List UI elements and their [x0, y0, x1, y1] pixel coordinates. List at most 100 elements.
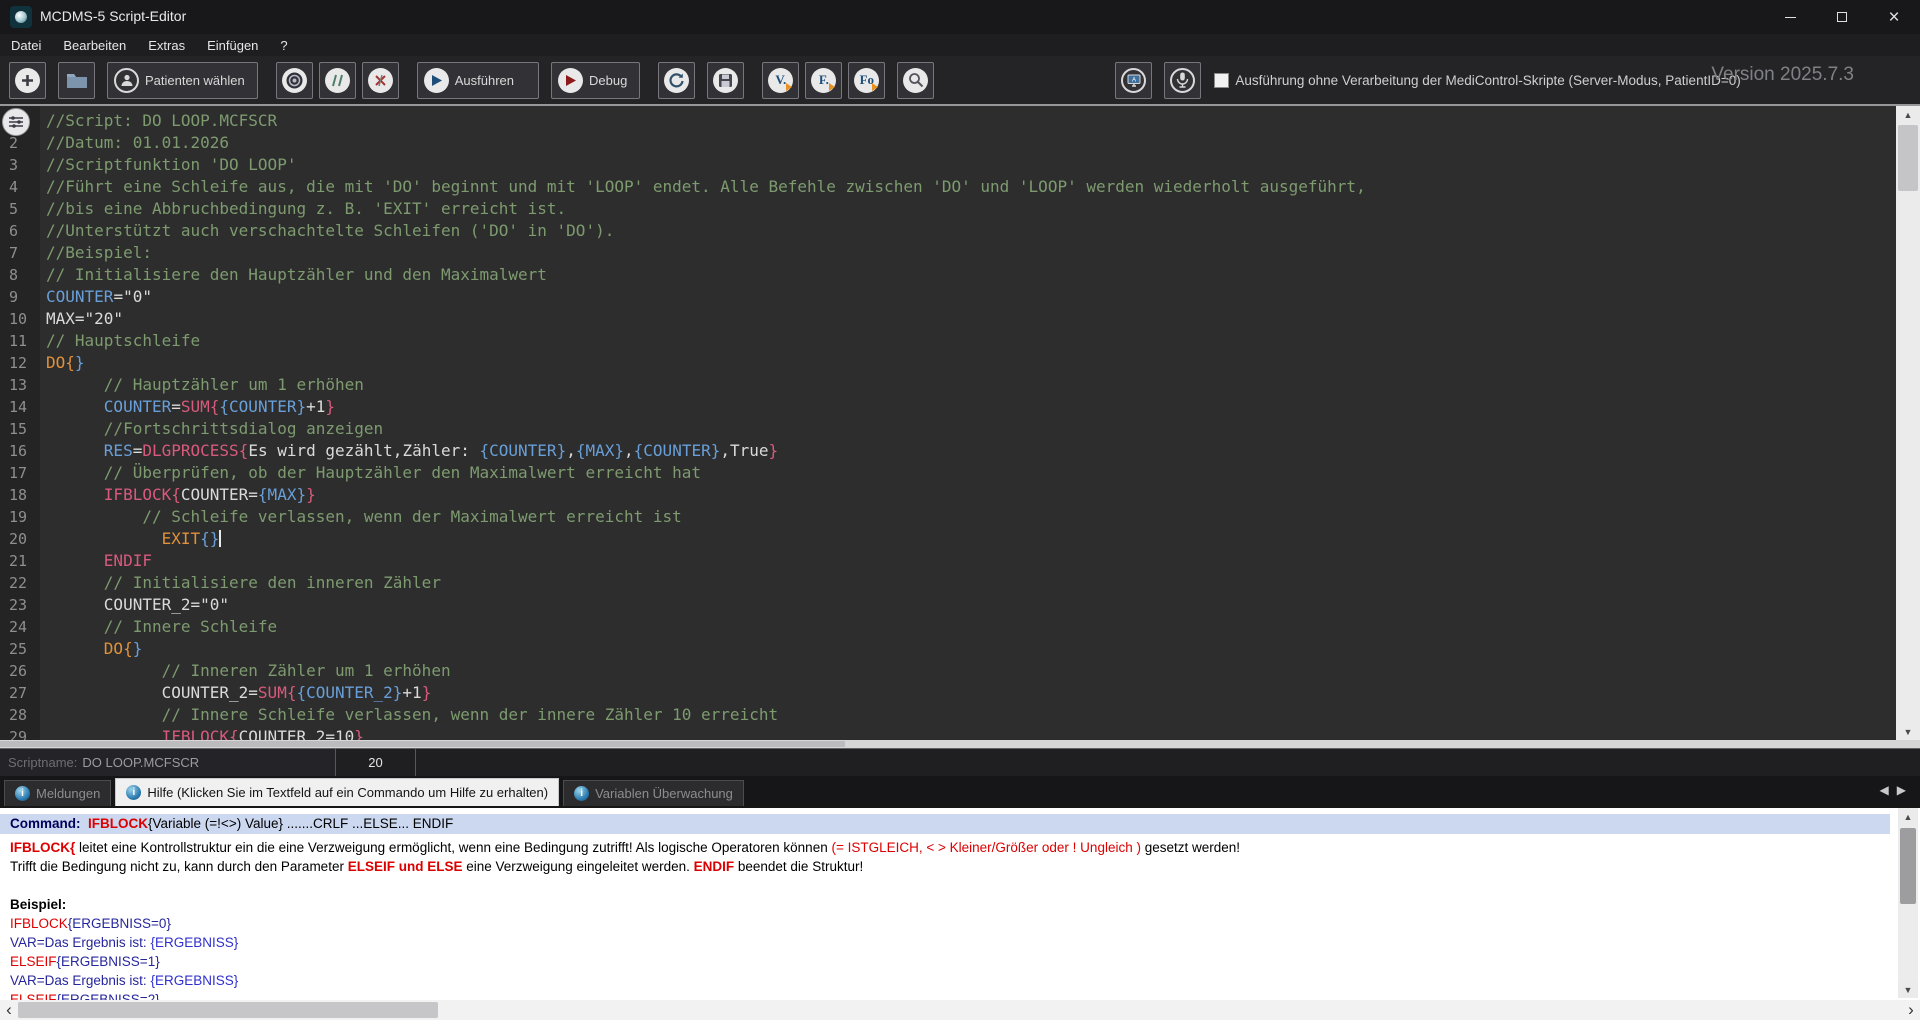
script-editor[interactable]: 1//Script: DO LOOP.MCFSCR2//Datum: 01.01… — [0, 106, 1896, 740]
comment-button[interactable] — [319, 62, 356, 99]
help-text-line: ELSEIF{ERGEBNISS=2} — [0, 992, 1890, 1000]
code-line[interactable]: 18 IFBLOCK{COUNTER={MAX}} — [0, 484, 1896, 506]
code-line[interactable]: 12DO{} — [0, 352, 1896, 374]
code-line[interactable]: 16 RES=DLGPROCESS{Es wird gezählt,Zähler… — [0, 440, 1896, 462]
editor-scrollbar-thumb[interactable] — [1898, 125, 1918, 191]
code-line[interactable]: 27 COUNTER_2=SUM{{COUNTER_2}+1} — [0, 682, 1896, 704]
code-line[interactable]: 7//Beispiel: — [0, 242, 1896, 264]
new-script-button[interactable] — [9, 62, 46, 99]
help-text-line: VAR=Das Ergebnis ist: {ERGEBNISS} — [0, 973, 1890, 989]
window-title: MCDMS-5 Script-Editor — [40, 8, 186, 24]
tab-scroll-arrows[interactable]: ◀▶ — [1880, 783, 1914, 797]
scroll-down-icon[interactable]: ▼ — [1898, 981, 1918, 998]
code-line[interactable]: 22 // Initialisiere den inneren Zähler — [0, 572, 1896, 594]
open-script-button[interactable] — [58, 62, 95, 99]
code-text: //Führt eine Schleife aus, die mit 'DO' … — [40, 177, 1366, 196]
line-number: 16 — [0, 440, 40, 462]
select-patient-button[interactable]: Patienten wählen — [107, 62, 258, 99]
form-icon: Fo — [854, 68, 879, 93]
code-line[interactable]: 14 COUNTER=SUM{{COUNTER}+1} — [0, 396, 1896, 418]
line-number: 19 — [0, 506, 40, 528]
menu-datei[interactable]: Datei — [0, 34, 52, 56]
server-mode-checkbox[interactable] — [1214, 73, 1229, 88]
lens-icon — [282, 68, 307, 93]
tab-variablen-ueberwachung[interactable]: i Variablen Überwachung — [563, 780, 744, 806]
editor-hscrollbar-thumb[interactable] — [0, 741, 845, 747]
help-vertical-scrollbar[interactable]: ▲ ▼ — [1898, 808, 1918, 998]
code-line[interactable]: 4//Führt eine Schleife aus, die mit 'DO'… — [0, 176, 1896, 198]
save-button[interactable] — [707, 62, 744, 99]
line-number: 12 — [0, 352, 40, 374]
maximize-button[interactable] — [1816, 0, 1868, 34]
scroll-right-icon[interactable]: › — [1902, 1000, 1920, 1020]
microphone-icon — [1170, 68, 1195, 93]
code-text: DO{} — [40, 639, 142, 658]
code-line[interactable]: 2//Datum: 01.01.2026 — [0, 132, 1896, 154]
code-line[interactable]: 5//bis eine Abbruchbedingung z. B. 'EXIT… — [0, 198, 1896, 220]
line-number: 7 — [0, 242, 40, 264]
code-text: //Beispiel: — [40, 243, 152, 262]
code-line[interactable]: 6//Unterstützt auch verschachtelte Schle… — [0, 220, 1896, 242]
run-button[interactable]: Ausführen — [417, 62, 539, 99]
menu-einfuegen[interactable]: Einfügen — [196, 34, 269, 56]
editor-vertical-scrollbar[interactable]: ▲ ▼ — [1896, 106, 1920, 740]
help-content: Command: IFBLOCK{Variable (=!<>) Value} … — [0, 814, 1890, 1000]
insert-function-button[interactable]: F. — [805, 62, 842, 99]
code-line[interactable]: 26 // Inneren Zähler um 1 erhöhen — [0, 660, 1896, 682]
code-line[interactable]: 23 COUNTER_2="0" — [0, 594, 1896, 616]
code-line[interactable]: 19 // Schleife verlassen, wenn der Maxim… — [0, 506, 1896, 528]
status-bar: Scriptname: DO LOOP.MCFSCR 20 — [0, 748, 1920, 776]
code-line[interactable]: 3//Scriptfunktion 'DO LOOP' — [0, 154, 1896, 176]
title-bar: MCDMS-5 Script-Editor × — [0, 0, 1920, 34]
line-number: 10 — [0, 308, 40, 330]
microphone-button[interactable] — [1164, 62, 1201, 99]
minimize-button[interactable] — [1764, 0, 1816, 34]
insert-variable-button[interactable]: V. — [762, 62, 799, 99]
bottom-horizontal-scrollbar[interactable]: ‹ › — [0, 1000, 1920, 1020]
scroll-left-icon[interactable]: ‹ — [0, 1000, 18, 1020]
code-line[interactable]: 1//Script: DO LOOP.MCFSCR — [0, 110, 1896, 132]
code-line[interactable]: 21 ENDIF — [0, 550, 1896, 572]
settings-badge-icon[interactable] — [2, 108, 30, 136]
code-text: ENDIF — [40, 551, 152, 570]
code-line[interactable]: 11// Hauptschleife — [0, 330, 1896, 352]
menu-bearbeiten[interactable]: Bearbeiten — [52, 34, 137, 56]
scroll-up-icon[interactable]: ▲ — [1896, 106, 1920, 123]
tab-hilfe[interactable]: i Hilfe (Klicken Sie im Textfeld auf ein… — [115, 778, 559, 806]
uncomment-button[interactable] — [362, 62, 399, 99]
code-text: COUNTER_2="0" — [40, 595, 229, 614]
menu-help[interactable]: ? — [269, 34, 298, 56]
scriptname-field: Scriptname: DO LOOP.MCFSCR — [0, 749, 336, 776]
code-line[interactable]: 8// Initialisiere den Hauptzähler und de… — [0, 264, 1896, 286]
bottom-scrollbar-thumb[interactable] — [18, 1002, 438, 1018]
code-line[interactable]: 13 // Hauptzähler um 1 erhöhen — [0, 374, 1896, 396]
debug-button[interactable]: Debug — [551, 62, 640, 99]
code-line[interactable]: 10MAX="20" — [0, 308, 1896, 330]
code-line[interactable]: 28 // Innere Schleife verlassen, wenn de… — [0, 704, 1896, 726]
code-line[interactable]: 25 DO{} — [0, 638, 1896, 660]
code-line[interactable]: 9COUNTER="0" — [0, 286, 1896, 308]
tab-meldungen[interactable]: i Meldungen — [4, 780, 111, 806]
monitor-button[interactable]: A — [1115, 62, 1152, 99]
line-number: 17 — [0, 462, 40, 484]
search-button[interactable] — [897, 62, 934, 99]
insert-form-button[interactable]: Fo — [848, 62, 885, 99]
code-line[interactable]: 15 //Fortschrittsdialog anzeigen — [0, 418, 1896, 440]
help-scrollbar-thumb[interactable] — [1900, 828, 1916, 904]
close-button[interactable]: × — [1868, 0, 1920, 34]
line-number: 24 — [0, 616, 40, 638]
reload-button[interactable] — [658, 62, 695, 99]
run-play-icon — [424, 68, 449, 93]
code-line[interactable]: 24 // Innere Schleife — [0, 616, 1896, 638]
scroll-down-icon[interactable]: ▼ — [1896, 723, 1920, 740]
line-number: 5 — [0, 198, 40, 220]
info-icon: i — [15, 786, 30, 801]
code-line[interactable]: 17 // Überprüfen, ob der Hauptzähler den… — [0, 462, 1896, 484]
code-line[interactable]: 20 EXIT{} — [0, 528, 1896, 550]
record-button[interactable] — [276, 62, 313, 99]
line-number: 11 — [0, 330, 40, 352]
editor-horizontal-scrollbar[interactable] — [0, 740, 1920, 748]
scroll-up-icon[interactable]: ▲ — [1898, 808, 1918, 825]
menu-extras[interactable]: Extras — [137, 34, 196, 56]
code-line[interactable]: 29 IFBLOCK{COUNTER_2=10} — [0, 726, 1896, 740]
